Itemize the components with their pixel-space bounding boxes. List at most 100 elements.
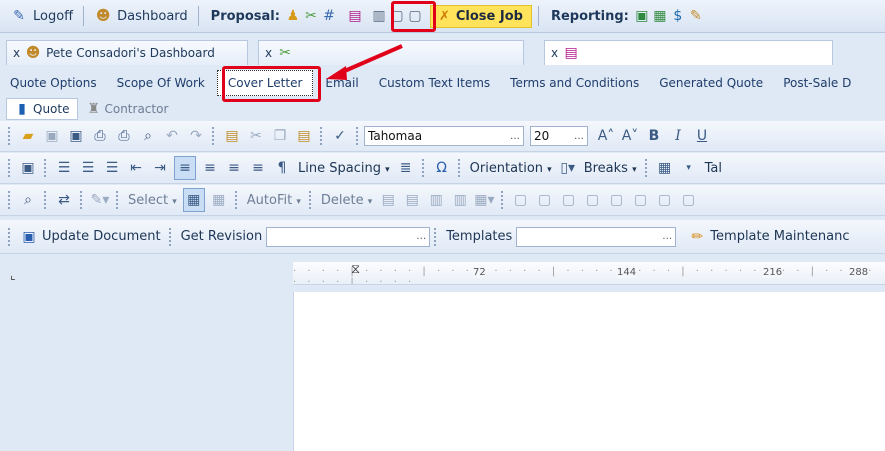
cell-align-top-right-icon[interactable]: ▢ bbox=[559, 189, 579, 211]
cell-align-bottom-center-icon[interactable]: ▢ bbox=[679, 189, 699, 211]
font-size-combo[interactable]: 20 … bbox=[530, 126, 588, 146]
tab-contractor[interactable]: ♜ Contractor bbox=[78, 99, 176, 119]
spellcheck-icon[interactable]: ✓ bbox=[330, 125, 350, 147]
document-page[interactable] bbox=[293, 292, 885, 451]
open-icon[interactable]: ▰ bbox=[18, 125, 38, 147]
dropdown-icon[interactable]: … bbox=[662, 231, 672, 242]
close-tab-icon[interactable]: x bbox=[551, 46, 558, 60]
tab-post-sale[interactable]: Post-Sale D bbox=[773, 71, 861, 95]
bullets-icon[interactable]: ☰ bbox=[54, 157, 74, 179]
select-button[interactable]: Select ▾ bbox=[128, 193, 177, 208]
print-setup-icon[interactable]: ⎙ bbox=[114, 125, 134, 147]
breaks-button[interactable]: Breaks ▾ bbox=[584, 161, 637, 176]
redo-icon[interactable]: ↷ bbox=[186, 125, 206, 147]
shrink-font-icon[interactable]: A˅ bbox=[620, 125, 640, 147]
increase-indent-icon[interactable]: ⇥ bbox=[150, 157, 170, 179]
orientation-button[interactable]: Orientation ▾ bbox=[470, 161, 552, 176]
copy-icon[interactable]: ❐ bbox=[270, 125, 290, 147]
tab-email[interactable]: Email bbox=[315, 71, 368, 95]
tab-quote-options[interactable]: Quote Options bbox=[0, 71, 107, 95]
templates-combo[interactable]: … bbox=[516, 226, 677, 247]
tab-quote[interactable]: ▮ Quote bbox=[6, 98, 79, 120]
hash-icon[interactable]: # bbox=[320, 7, 338, 25]
dropdown-icon[interactable]: … bbox=[510, 131, 520, 142]
cell-align-middle-right-icon[interactable]: ▢ bbox=[631, 189, 651, 211]
paragraph-spacing-icon[interactable]: ≣ bbox=[396, 157, 416, 179]
tab-scope-of-work[interactable]: Scope Of Work bbox=[107, 71, 215, 95]
bold-button[interactable]: B bbox=[644, 125, 664, 147]
undo-icon[interactable]: ↶ bbox=[162, 125, 182, 147]
find-icon[interactable]: ⌕ bbox=[18, 189, 38, 211]
align-right-icon[interactable]: ≡ bbox=[224, 157, 244, 179]
horizontal-ruler[interactable]: · · · · | · · · · | · · · · · · · · | · … bbox=[293, 262, 885, 285]
dashboard-button[interactable]: ☻ Dashboard bbox=[90, 7, 192, 25]
numbering-icon[interactable]: ☰ bbox=[78, 157, 98, 179]
cell-align-top-left-icon[interactable]: ▢ bbox=[511, 189, 531, 211]
cut-icon[interactable]: ✂ bbox=[246, 125, 266, 147]
save-all-icon[interactable]: ▣ bbox=[66, 125, 86, 147]
tab-custom-text-items[interactable]: Custom Text Items bbox=[369, 71, 500, 95]
close-tab-icon[interactable]: x bbox=[13, 46, 20, 60]
close-tab-icon[interactable]: x bbox=[265, 46, 272, 60]
replace-icon[interactable]: ⇄ bbox=[54, 189, 74, 211]
save-icon[interactable]: ▣ bbox=[42, 125, 62, 147]
terms-icon[interactable]: ▥ bbox=[370, 7, 388, 25]
cell-align-top-center-icon[interactable]: ▢ bbox=[535, 189, 555, 211]
italic-button[interactable]: I bbox=[668, 125, 688, 147]
page-size-icon[interactable]: ▯▾ bbox=[558, 157, 578, 179]
tab-terms-and-conditions[interactable]: Terms and Conditions bbox=[500, 71, 649, 95]
update-document-button[interactable]: ▣ Update Document bbox=[20, 228, 160, 246]
grow-font-icon[interactable]: A˄ bbox=[596, 125, 616, 147]
wrench-icon[interactable]: ✎ bbox=[687, 7, 705, 25]
dropdown-icon[interactable]: … bbox=[574, 131, 584, 142]
cell-align-bottom-left-icon[interactable]: ▢ bbox=[655, 189, 675, 211]
insert-row-below-icon[interactable]: ▤ bbox=[402, 189, 422, 211]
logoff-button[interactable]: ✎ Logoff bbox=[6, 7, 77, 25]
show-gridlines-icon[interactable]: ▦ bbox=[182, 188, 205, 212]
show-formatting-button[interactable]: ¶ bbox=[272, 157, 292, 179]
revision-combo[interactable]: … bbox=[266, 226, 431, 247]
contact-icon[interactable]: ♟ bbox=[284, 7, 302, 25]
paste-icon[interactable]: ▤ bbox=[294, 125, 314, 147]
underline-button[interactable]: U bbox=[692, 125, 712, 147]
tab-scope[interactable]: x ✂ bbox=[258, 39, 524, 65]
table-icon[interactable]: ▦ bbox=[655, 157, 675, 179]
insert-cells-icon[interactable]: ▦▾ bbox=[474, 189, 494, 211]
table-properties-icon[interactable]: ▦ bbox=[209, 189, 229, 211]
font-name-combo[interactable]: Tahomaa … bbox=[364, 126, 524, 146]
chart-icon[interactable]: ▣ bbox=[633, 7, 651, 25]
tab-dashboard[interactable]: x ☻ Pete Consadori's Dashboard bbox=[6, 39, 248, 65]
print-icon[interactable]: ⎙ bbox=[90, 125, 110, 147]
align-center-icon[interactable]: ≡ bbox=[200, 157, 220, 179]
multilevel-list-icon[interactable]: ☰ bbox=[102, 157, 122, 179]
template-maintenance-button[interactable]: ✏ Template Maintenanc bbox=[688, 228, 849, 246]
autofit-button[interactable]: AutoFit ▾ bbox=[247, 193, 301, 208]
ruler-indent-marker[interactable]: ⧖ bbox=[351, 262, 360, 277]
insert-column-right-icon[interactable]: ▥ bbox=[450, 189, 470, 211]
scope-icon[interactable]: ✂ bbox=[302, 7, 320, 25]
insert-picture-icon[interactable]: ▣ bbox=[18, 157, 38, 179]
cell-align-middle-center-icon[interactable]: ▢ bbox=[607, 189, 627, 211]
delete-button[interactable]: Delete ▾ bbox=[321, 193, 372, 208]
insert-row-above-icon[interactable]: ▤ bbox=[378, 189, 398, 211]
decrease-indent-icon[interactable]: ⇤ bbox=[126, 157, 146, 179]
align-left-icon[interactable]: ≡ bbox=[174, 156, 196, 180]
dropdown-icon[interactable]: ▾ bbox=[679, 157, 699, 179]
tab-generated-quote[interactable]: Generated Quote bbox=[649, 71, 773, 95]
table-button[interactable]: Tal bbox=[705, 161, 722, 176]
insert-column-left-icon[interactable]: ▥ bbox=[426, 189, 446, 211]
clipboard-icon[interactable]: ▤ bbox=[222, 125, 242, 147]
print-preview-icon[interactable]: ⌕ bbox=[138, 125, 158, 147]
tab-cover-letter[interactable]: x ▤ bbox=[544, 39, 833, 65]
close-job-button[interactable]: ✗ Close Job bbox=[429, 4, 532, 28]
cover-letter-icon[interactable]: ▤ bbox=[346, 7, 364, 25]
trend-chart-icon[interactable]: ▦ bbox=[651, 7, 669, 25]
dollar-report-icon[interactable]: $ bbox=[669, 7, 687, 25]
line-spacing-button[interactable]: Line Spacing ▾ bbox=[298, 161, 390, 176]
cell-align-middle-left-icon[interactable]: ▢ bbox=[583, 189, 603, 211]
tab-stop-selector-icon[interactable]: ⌞ bbox=[10, 268, 20, 282]
insert-symbol-button[interactable]: Ω bbox=[432, 157, 452, 179]
justify-icon[interactable]: ≡ bbox=[248, 157, 268, 179]
dropdown-icon[interactable]: … bbox=[416, 231, 426, 242]
styles-icon[interactable]: ✎▾ bbox=[90, 189, 110, 211]
